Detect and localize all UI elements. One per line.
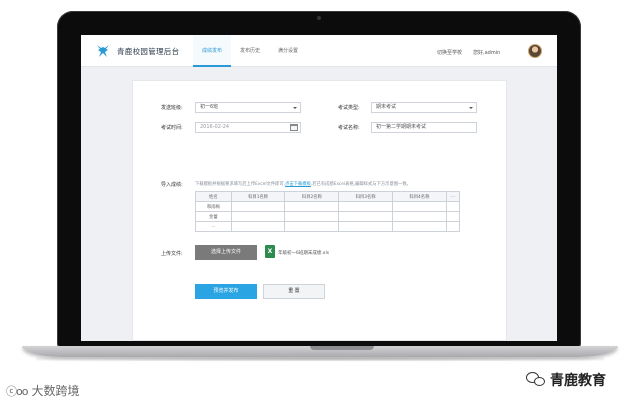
table-cell: ... [195, 221, 232, 232]
left-watermark: ⓒoo 大数跨境 [6, 382, 79, 399]
choose-file-button[interactable]: 选择上传文件 [195, 245, 257, 260]
table-cell [445, 211, 461, 222]
calendar-icon[interactable] [290, 124, 298, 131]
template-preview-table: 姓名 科目1名称 科目2名称 科目3名称 科目4名称 ... 和雨梅 金蕾 ..… [195, 191, 461, 232]
watermark-logo-icon: ⓒoo [6, 384, 28, 398]
laptop-camera [317, 16, 321, 20]
table-header-cell: 科目3名称 [338, 191, 394, 202]
table-cell [445, 221, 461, 232]
wechat-icon [526, 372, 546, 388]
watermark-left-text: 大数跨境 [31, 384, 80, 398]
table-cell [230, 221, 286, 232]
exam-name-value: 初一第二学期期末考试 [376, 124, 427, 130]
exam-name-label: 考试名称: [338, 125, 360, 131]
import-hint: 下载模板并根据要求填写后上传Excel文件即可,点击下载模板,若已有成绩Exce… [195, 181, 411, 187]
table-cell [338, 211, 394, 222]
table-row: 金蕾 [195, 211, 461, 222]
upload-file-label: 上传文件: [161, 251, 183, 257]
exam-time-field[interactable]: 2016-02-24 [195, 122, 301, 133]
laptop-shadow [36, 357, 604, 361]
laptop-base [22, 346, 618, 357]
exam-type-select[interactable]: 期末考试 [371, 102, 477, 113]
table-row: ... [195, 221, 461, 232]
table-cell [338, 201, 394, 212]
exam-time-label: 考试时间: [161, 125, 183, 131]
preview-publish-button[interactable]: 预览并发布 [195, 284, 257, 299]
stage: 青鹿校园管理后台 成绩发布 发布历史 满分设置 切换至学校 您好,admin 发… [0, 0, 640, 404]
hint-suffix: ,若已有成绩Excel表格,编辑样式与下方示意图一致。 [310, 182, 411, 187]
table-cell [230, 211, 286, 222]
exam-name-field[interactable]: 初一第二学期期末考试 [371, 122, 477, 133]
avatar[interactable] [528, 44, 542, 58]
user-greeting: 您好,admin [473, 50, 501, 56]
exam-type-label: 考试类型: [338, 105, 360, 111]
table-cell [392, 201, 447, 212]
send-to-label: 发送班级: [161, 105, 183, 111]
table-cell [338, 221, 394, 232]
hint-prefix: 下载模板并根据要求填写后上传Excel文件即可, [195, 182, 286, 187]
table-header-cell: 科目2名称 [284, 191, 340, 202]
exam-time-value: 2016-02-24 [200, 124, 230, 130]
exam-type-value: 期末考试 [376, 104, 397, 110]
excel-file-icon: X [265, 245, 275, 258]
table-cell: 金蕾 [195, 211, 232, 222]
table-cell [284, 221, 340, 232]
laptop-screen: 青鹿校园管理后台 成绩发布 发布历史 满分设置 切换至学校 您好,admin 发… [81, 35, 557, 341]
tab-grade-publish[interactable]: 成绩发布 [193, 35, 232, 67]
table-row: 和雨梅 [195, 201, 461, 212]
table-cell [230, 201, 286, 212]
table-cell [392, 211, 447, 222]
table-cell [392, 221, 447, 232]
app-header: 青鹿校园管理后台 成绩发布 发布历史 满分设置 切换至学校 您好,admin [81, 35, 557, 67]
top-nav: 成绩发布 发布历史 满分设置 [193, 35, 307, 67]
table-cell: 和雨梅 [195, 201, 232, 212]
uploaded-file-name: 年级初一6班期末成绩.xls [278, 251, 330, 256]
tab-full-score-settings[interactable]: 满分设置 [269, 35, 307, 67]
send-to-value: 初一6班 [200, 104, 219, 110]
table-cell [284, 201, 340, 212]
watermark-right-text: 青鹿教育 [550, 373, 606, 389]
import-grades-label: 导入成绩: [161, 182, 183, 188]
reset-button[interactable]: 重 置 [263, 284, 325, 299]
table-header-cell: ... [445, 191, 461, 202]
right-watermark: 青鹿教育 [526, 370, 606, 390]
send-to-select[interactable]: 初一6班 [195, 102, 301, 113]
table-header-cell: 姓名 [195, 191, 232, 202]
laptop-notch [310, 346, 374, 350]
switch-school-link[interactable]: 切换至学校 [437, 49, 462, 56]
chevron-down-icon [469, 107, 473, 109]
table-header-cell: 科目4名称 [392, 191, 447, 202]
tab-publish-history[interactable]: 发布历史 [231, 35, 269, 67]
wechat-bubble-small [534, 377, 545, 386]
app-title: 青鹿校园管理后台 [117, 47, 180, 56]
chevron-down-icon [293, 107, 297, 109]
table-header-cell: 科目1名称 [230, 191, 286, 202]
table-cell [445, 201, 461, 212]
download-template-link[interactable]: 点击下载模板 [285, 182, 311, 187]
grade-form-card: 发送班级: 初一6班 考试类型: 期末考试 考试时间: 2016-02-24 考… [132, 80, 507, 341]
table-header-row: 姓名 科目1名称 科目2名称 科目3名称 科目4名称 ... [195, 191, 461, 202]
deer-logo-icon [97, 45, 109, 57]
table-cell [284, 211, 340, 222]
